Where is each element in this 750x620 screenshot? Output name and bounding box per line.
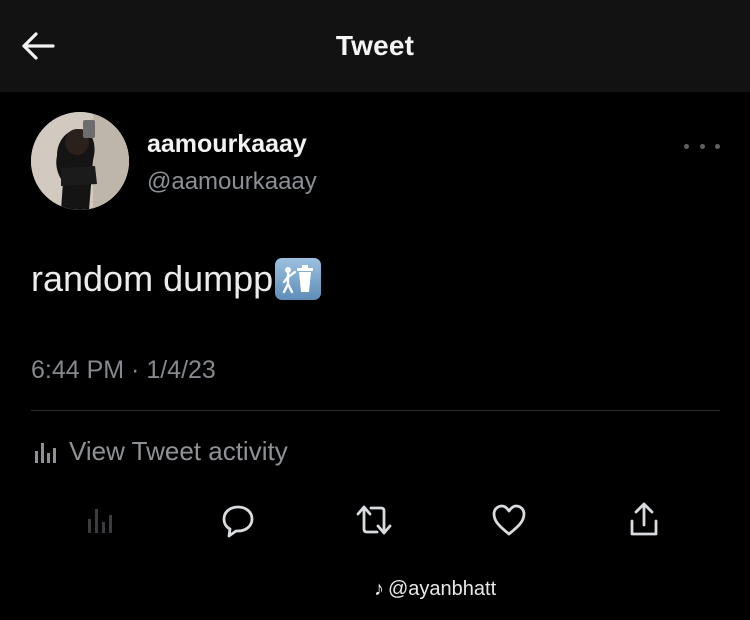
more-options-button[interactable] bbox=[684, 136, 720, 156]
more-dots-icon bbox=[684, 143, 689, 149]
avatar-photo bbox=[31, 112, 129, 210]
user-handle[interactable]: @aamourkaaay bbox=[147, 168, 317, 196]
display-name[interactable]: aamourkaaay bbox=[147, 130, 307, 159]
view-tweet-activity-label: View Tweet activity bbox=[69, 435, 288, 466]
page-title: Tweet bbox=[335, 30, 415, 61]
top-bar: Tweet bbox=[0, 0, 750, 92]
bar-chart-icon bbox=[31, 437, 59, 465]
tiktok-watermark: ♪ @ayanbhatt bbox=[374, 578, 496, 601]
reply-button[interactable] bbox=[218, 500, 258, 540]
share-button[interactable] bbox=[624, 500, 664, 540]
bar-chart-icon bbox=[88, 509, 112, 533]
comment-icon bbox=[222, 505, 254, 538]
analytics-button[interactable] bbox=[80, 500, 120, 540]
like-button[interactable] bbox=[489, 500, 529, 540]
divider bbox=[31, 410, 720, 411]
litter-bin-icon bbox=[275, 258, 322, 300]
heart-icon bbox=[492, 504, 526, 536]
share-icon bbox=[630, 502, 658, 536]
tweet-text-content: random dumpp bbox=[31, 258, 274, 299]
tweet-text: random dumpp bbox=[31, 258, 322, 300]
retweet-button[interactable] bbox=[354, 500, 394, 540]
view-tweet-activity-link[interactable]: View Tweet activity bbox=[31, 434, 288, 468]
tiktok-icon: ♪ bbox=[374, 578, 384, 600]
watermark-handle: @ayanbhatt bbox=[388, 578, 497, 600]
tweet-timestamp: 6:44 PM · 1/4/23 bbox=[31, 356, 216, 384]
avatar[interactable] bbox=[31, 112, 129, 210]
retweet-icon bbox=[356, 505, 392, 535]
